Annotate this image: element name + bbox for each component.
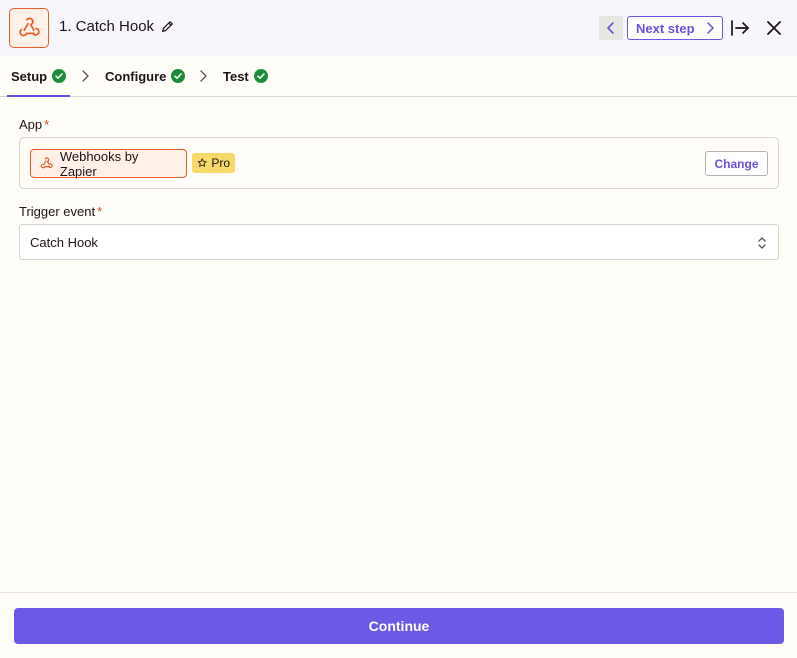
- footer-bar: Continue: [0, 592, 797, 658]
- next-step-button[interactable]: Next step: [627, 16, 723, 40]
- close-icon: [767, 21, 781, 35]
- step-tabs: Setup Configure Test: [0, 56, 797, 97]
- chevron-right-icon: [81, 70, 91, 82]
- step-title: 1. Catch Hook: [59, 18, 155, 35]
- app-selector: Webhooks by Zapier Pro Change: [19, 137, 779, 189]
- webhook-icon: [19, 17, 40, 37]
- trigger-event-field-label: Trigger event *: [19, 204, 102, 219]
- tab-label: Setup: [11, 68, 48, 84]
- pro-badge-label: Pro: [211, 156, 230, 170]
- trigger-label-text: Trigger event: [19, 204, 96, 219]
- pencil-icon[interactable]: [160, 20, 174, 34]
- step-header: 1. Catch Hook Next step: [0, 0, 797, 56]
- chevron-left-icon: [607, 22, 614, 34]
- expand-right-icon: [731, 20, 749, 36]
- tab-label: Test: [223, 68, 249, 84]
- trigger-event-value: Catch Hook: [30, 234, 98, 250]
- expand-panel-button[interactable]: [729, 17, 751, 39]
- required-mark: *: [97, 204, 103, 219]
- app-field-label: App *: [19, 117, 49, 132]
- next-step-label: Next step: [636, 20, 695, 36]
- selected-app-chip[interactable]: Webhooks by Zapier: [30, 148, 187, 179]
- selected-app-name: Webhooks by Zapier: [59, 148, 139, 179]
- tab-label: Configure: [105, 68, 167, 84]
- tab-configure[interactable]: Configure: [105, 56, 186, 96]
- check-circle-icon: [253, 69, 268, 83]
- app-label-text: App: [19, 117, 43, 132]
- tab-setup[interactable]: Setup: [6, 56, 71, 97]
- chevron-right-icon: [199, 70, 209, 82]
- trigger-event-select[interactable]: Catch Hook: [19, 224, 779, 260]
- chevron-right-icon: [707, 22, 714, 34]
- pro-badge: Pro: [192, 153, 235, 173]
- star-icon: [197, 158, 207, 167]
- previous-step-button[interactable]: [599, 16, 623, 40]
- webhook-icon: [40, 157, 53, 169]
- required-mark: *: [44, 117, 50, 132]
- continue-button[interactable]: Continue: [14, 608, 784, 644]
- change-app-button[interactable]: Change: [705, 151, 768, 176]
- tab-test[interactable]: Test: [223, 56, 268, 96]
- check-circle-icon: [171, 69, 186, 83]
- webhook-app-logo: [9, 8, 49, 48]
- close-button[interactable]: [763, 17, 785, 39]
- step-title-container: 1. Catch Hook: [59, 18, 174, 35]
- updown-chevron-icon: [757, 236, 767, 250]
- check-circle-icon: [52, 69, 67, 83]
